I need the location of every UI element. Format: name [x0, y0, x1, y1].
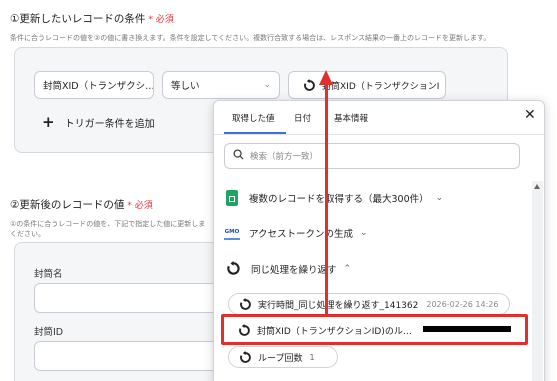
section2-description-line1: ①の条件に合うレコードの値を、下記で指定した値に更新しま [10, 220, 206, 228]
value-input[interactable]: 封筒XID（トランザクションI [288, 71, 446, 99]
loop-icon [303, 78, 316, 92]
scrollbar[interactable] [532, 181, 543, 381]
group-access-token[interactable]: GMO アクセストークンの生成 ⌄ [224, 226, 368, 240]
chevron-down-icon: ⌄ [360, 228, 368, 238]
search-icon [233, 149, 244, 163]
close-icon[interactable]: ✕ [524, 107, 536, 123]
group-repeat-process[interactable]: 同じ処理を繰り返す ⌃ [226, 261, 351, 276]
required-label: 必須 [155, 15, 174, 25]
required-star: * [148, 15, 153, 25]
loop-icon [226, 261, 241, 276]
field-label-envelope-name: 封筒名 [34, 269, 63, 280]
annotation-highlight-box [221, 314, 528, 345]
value-item-execution-time[interactable]: 実行時間_同じ処理を繰り返す_141362 2026-02-26 14:26 [228, 293, 510, 315]
loop-icon [239, 297, 252, 311]
chevron-down-icon: ⌄ [263, 80, 271, 90]
annotation-arrow-shaft [325, 82, 328, 315]
section2-title: ②更新後のレコードの値 * 必須 [10, 199, 153, 211]
search-input[interactable]: 検索（前方一致） [224, 143, 520, 169]
loop-icon [239, 350, 252, 364]
tab-basic-info[interactable]: 基本情報 [334, 112, 368, 124]
field-select[interactable]: 封筒XID（トランザクシ…⌄ [34, 71, 154, 99]
chevron-down-icon: ⌄ [435, 193, 444, 203]
section2-description-line2: ください。 [10, 230, 45, 238]
chevron-up-icon: ⌃ [343, 263, 352, 274]
required-star: * [127, 201, 132, 211]
tab-acquired-values[interactable]: 取得した値 [232, 112, 275, 124]
add-trigger-button[interactable]: + トリガー条件を追加 [42, 113, 155, 131]
required-label: 必須 [134, 201, 153, 211]
annotation-arrow-head [319, 70, 333, 85]
section1-description: 条件に合うレコードの値を②の値に書き換えます。条件を設定してください。複数行合致… [10, 34, 491, 42]
section1-title: ①更新したいレコードの条件 * 必須 [10, 13, 174, 25]
plus-icon: + [42, 113, 55, 131]
google-sheets-icon [226, 190, 238, 206]
tab-divider [214, 134, 544, 135]
field-label-envelope-id: 封筒ID [34, 327, 64, 338]
operator-select[interactable]: 等しい ⌄ [162, 71, 280, 99]
gmo-sign-icon: GMO [224, 226, 240, 240]
tab-date[interactable]: 日付 [294, 112, 311, 124]
value-item-loop-count[interactable]: ループ回数 1 [228, 346, 338, 368]
scroll-up-arrow-icon[interactable] [534, 184, 540, 189]
group-get-records[interactable]: 複数のレコードを取得する（最大300件） ⌄ [226, 190, 443, 206]
